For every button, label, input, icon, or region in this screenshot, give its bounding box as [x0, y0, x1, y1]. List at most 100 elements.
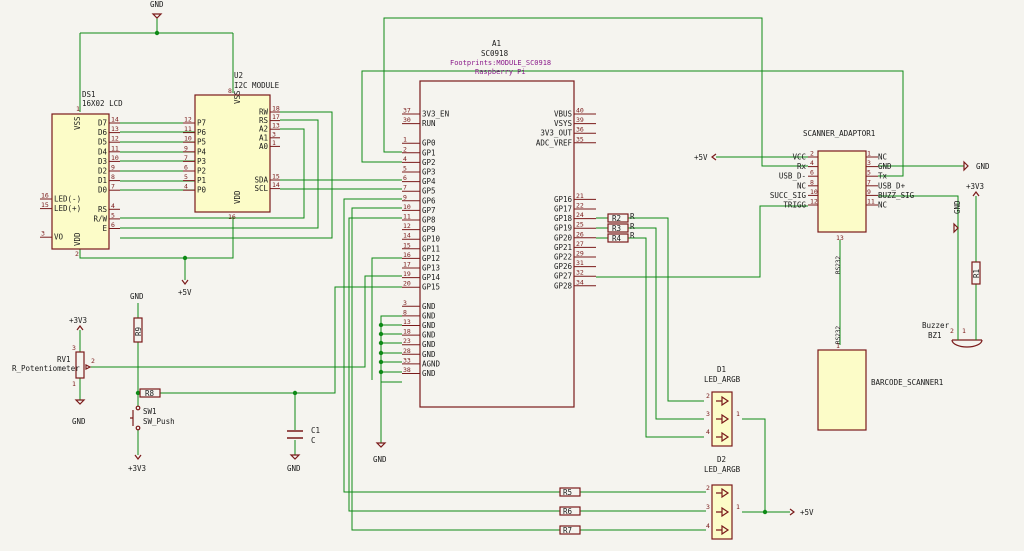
- power-5v-adaptor[interactable]: +5V: [694, 153, 717, 162]
- svg-text:GND: GND: [422, 340, 436, 349]
- svg-text:USB_D-: USB_D-: [779, 172, 806, 181]
- power-3v3-sw1[interactable]: +3V3: [128, 454, 146, 473]
- resistor-r1[interactable]: R1: [971, 261, 981, 285]
- buzzer-bz1[interactable]: Buzzer BZ1 2 1: [922, 321, 983, 348]
- power-3v3-buzzer[interactable]: +3V3: [966, 182, 984, 197]
- svg-text:5: 5: [403, 165, 407, 173]
- svg-text:E: E: [102, 224, 107, 233]
- potentiometer-rv1[interactable]: RV1 R_Potentiometer 3 2 1: [12, 344, 95, 388]
- power-gnd-top[interactable]: GND: [150, 0, 164, 19]
- svg-text:RUN: RUN: [422, 119, 436, 128]
- svg-text:18: 18: [272, 105, 280, 113]
- gnd-label: GND: [130, 292, 144, 301]
- u2-vss: VSS: [233, 90, 242, 104]
- svg-text:GP2: GP2: [422, 158, 436, 167]
- power-gnd-pico[interactable]: GND: [373, 442, 387, 464]
- svg-text:15: 15: [41, 201, 49, 209]
- sw1-value: SW_Push: [143, 417, 175, 426]
- svg-text:37: 37: [403, 107, 411, 115]
- u2-right-pins: 18RW17RS13A23A11A015SDA14SCL: [254, 105, 280, 193]
- a1-pin-gnd[interactable]: 3 GND: [402, 299, 436, 311]
- svg-text:4: 4: [403, 155, 407, 163]
- led-d1[interactable]: D1 LED_ARGB 2 3 4 1: [704, 365, 741, 447]
- svg-text:GP16: GP16: [554, 195, 573, 204]
- svg-text:R8: R8: [145, 389, 155, 398]
- svg-text:25: 25: [576, 221, 584, 229]
- svg-text:GND: GND: [422, 321, 436, 330]
- svg-text:29: 29: [576, 250, 584, 258]
- svg-text:14: 14: [272, 181, 280, 189]
- power-5v-bottom[interactable]: +5V: [178, 279, 192, 297]
- u2-pin-bottom: 16: [228, 213, 236, 221]
- svg-text:9: 9: [403, 193, 407, 201]
- ds1-right-pins: 14 D7 13D612 D5 11D410 D3 9 D2 8 D1 7D04RS5 R/W 6E: [93, 116, 120, 233]
- resistor-r7[interactable]: R7: [559, 525, 581, 535]
- barcode-scanner[interactable]: BARCODE_SCANNER1 RS232 1: [817, 326, 943, 431]
- svg-text:VCC: VCC: [792, 153, 806, 162]
- a1-pico[interactable]: A1 SC0918 Footprints:MODULE_SC0918 Raspb…: [419, 39, 575, 408]
- schematic-canvas[interactable]: GND +5V GND +3V3 GND +3V3 GND GND +5V GN…: [0, 0, 1024, 551]
- barcode-pin1: 1: [836, 342, 840, 350]
- svg-text:GP0: GP0: [422, 139, 436, 148]
- svg-text:Rx: Rx: [797, 162, 807, 171]
- ds1-vdd: VDD: [73, 232, 82, 246]
- svg-text:2: 2: [706, 392, 710, 400]
- svg-text:LED(-): LED(-): [54, 195, 81, 204]
- svg-text:D2: D2: [98, 167, 107, 176]
- resistor-r9[interactable]: R9: [133, 317, 143, 343]
- svg-text:6: 6: [810, 169, 814, 177]
- svg-text:GP12: GP12: [422, 254, 440, 263]
- svg-text:13: 13: [111, 125, 119, 133]
- svg-text:32: 32: [576, 269, 584, 277]
- svg-text:3: 3: [403, 299, 407, 307]
- svg-text:GND: GND: [422, 311, 436, 320]
- svg-text:P2: P2: [197, 167, 206, 176]
- svg-text:GP5: GP5: [422, 187, 436, 196]
- svg-text:GP7: GP7: [422, 206, 436, 215]
- svg-text:5: 5: [111, 211, 115, 219]
- svg-text:GP26: GP26: [554, 262, 573, 271]
- svg-text:P0: P0: [197, 186, 207, 195]
- power-3v3-rv1[interactable]: +3V3: [69, 316, 87, 331]
- svg-text:10: 10: [810, 188, 818, 196]
- 3v3-label: +3V3: [69, 316, 87, 325]
- resistor-r8[interactable]: R8: [139, 388, 161, 398]
- svg-text:1: 1: [962, 327, 966, 335]
- svg-text:12: 12: [184, 116, 192, 124]
- resistor-r6[interactable]: R6: [559, 506, 581, 516]
- svg-text:R: R: [630, 222, 635, 231]
- gnd-label: GND: [953, 200, 962, 214]
- resistor-r5[interactable]: R5: [559, 487, 581, 497]
- svg-text:R7: R7: [563, 526, 572, 535]
- power-gnd-c1[interactable]: GND: [287, 454, 301, 473]
- svg-text:16: 16: [41, 192, 49, 200]
- svg-text:6: 6: [184, 164, 188, 172]
- svg-text:R6: R6: [563, 507, 573, 516]
- 3v3-label: +3V3: [966, 182, 984, 191]
- adaptor-pin-vcc[interactable]: 2 VCC: [792, 150, 818, 162]
- ds1-ref: DS1: [82, 90, 96, 99]
- a1-right-pins: 40VBUS39VSYS363V3_OUT35ADC_VREF21GP1622G…: [536, 107, 596, 290]
- svg-text:30: 30: [403, 116, 411, 124]
- power-gnd-rv1[interactable]: GND: [72, 399, 86, 426]
- a1-pin-gp16[interactable]: 21GP16: [554, 192, 596, 204]
- svg-text:P4: P4: [197, 147, 207, 156]
- led-d2[interactable]: D2 LED_ARGB 2 3 4 1: [704, 455, 741, 540]
- power-gnd-adaptor[interactable]: GND: [963, 160, 990, 172]
- svg-text:27: 27: [576, 240, 584, 248]
- a1-pin-vbus[interactable]: 40VBUS: [554, 107, 596, 119]
- adaptor-rs232: RS232: [835, 256, 842, 274]
- svg-text:AGND: AGND: [422, 359, 441, 368]
- a1-pin-gp0[interactable]: 1 GP0: [402, 136, 436, 148]
- 5v-label: +5V: [694, 153, 708, 162]
- power-gnd-r9[interactable]: GND: [130, 292, 144, 301]
- c1-ref: C1: [311, 426, 320, 435]
- switch-sw1[interactable]: SW1 SW_Push: [130, 405, 175, 431]
- svg-text:D7: D7: [98, 119, 107, 128]
- capacitor-c1[interactable]: C1 C: [287, 426, 320, 445]
- svg-text:38: 38: [403, 366, 411, 374]
- svg-text:22: 22: [576, 202, 584, 210]
- svg-text:21: 21: [576, 192, 584, 200]
- power-5v-leds[interactable]: +5V: [789, 508, 814, 517]
- svg-text:7: 7: [184, 154, 188, 162]
